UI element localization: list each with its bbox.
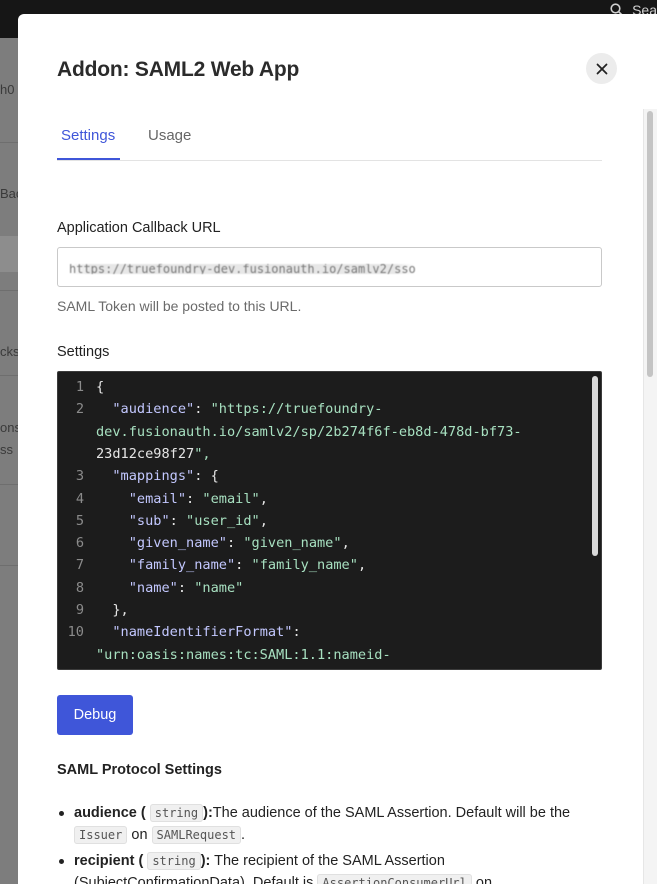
param-mid: on <box>471 875 493 884</box>
code-line: 5 "sub": "user_id", <box>58 510 578 532</box>
list-item: recipient ( string): The recipient of th… <box>57 850 602 884</box>
background-divider <box>0 484 18 485</box>
debug-button[interactable]: Debug <box>57 695 133 735</box>
code-text: "given_name": "given_name", <box>128 535 350 552</box>
code-line: 8 "name": "name" <box>58 577 578 599</box>
background-fragment: h0 <box>0 82 15 97</box>
code-line: 7 "family_name": "family_name", <box>58 554 578 576</box>
callback-url-value: https://truefoundry-dev.fusionauth.io/sa… <box>69 264 415 274</box>
tab-usage[interactable]: Usage <box>148 127 191 144</box>
line-number: 9 <box>75 602 84 618</box>
code-line: 4 "email": "email", <box>58 488 578 510</box>
background-fragment: Bac <box>0 186 18 201</box>
code-text: "email": "email", <box>128 490 268 507</box>
code-text: }, <box>96 602 129 618</box>
code-line: 2 "audience": "https://truefoundry- <box>58 398 578 420</box>
close-button[interactable] <box>586 53 617 84</box>
background-fragment: cks <box>0 344 18 359</box>
background-divider <box>0 565 18 566</box>
code-text: "nameIdentifierFormat": <box>112 624 301 641</box>
code-line: 1{ <box>58 376 578 398</box>
settings-label: Settings <box>57 344 110 360</box>
protocol-settings-title: SAML Protocol Settings <box>57 762 222 778</box>
settings-code-editor[interactable]: 1{2 "audience": "https://truefoundry-dev… <box>57 371 602 670</box>
close-icon <box>596 63 607 74</box>
code-text: dev.fusionauth.io/samlv2/sp/2b274f6f-eb8… <box>96 423 522 440</box>
callback-url-helper: SAML Token will be posted to this URL. <box>57 298 302 314</box>
code-line: "urn:oasis:names:tc:SAML:1.1:nameid- <box>58 644 578 666</box>
line-number: 10 <box>67 624 84 641</box>
tab-settings[interactable]: Settings <box>61 127 115 144</box>
background-sidebar <box>0 38 18 884</box>
param-code: Issuer <box>74 826 128 844</box>
callback-url-input[interactable]: https://truefoundry-dev.fusionauth.io/sa… <box>57 247 602 287</box>
background-fragment: ons <box>0 420 18 435</box>
param-code: AssertionConsumerUrl <box>317 874 472 884</box>
modal-scrollbar[interactable] <box>647 111 653 377</box>
line-number: 1 <box>75 379 84 395</box>
param-tail: . <box>241 827 246 843</box>
code-text: "urn:oasis:names:tc:SAML:1.1:nameid- <box>96 646 391 663</box>
background-fragment: ss <box>0 442 13 457</box>
line-number: 8 <box>75 579 84 596</box>
active-tab-indicator <box>57 158 120 160</box>
code-line: 10 "nameIdentifierFormat": <box>58 621 578 643</box>
param-name: audience <box>74 805 137 821</box>
param-name: recipient <box>74 853 135 869</box>
list-item: audience ( string):The audience of the S… <box>57 802 602 846</box>
line-number: 6 <box>75 535 84 552</box>
line-number: 2 <box>75 401 84 418</box>
code-line: dev.fusionauth.io/samlv2/sp/2b274f6f-eb8… <box>58 421 578 443</box>
background-band <box>0 236 18 272</box>
code-text: { <box>96 379 105 395</box>
code-line: 9 }, <box>58 599 578 621</box>
code-text: "sub": "user_id", <box>128 512 268 529</box>
background-divider <box>0 290 18 291</box>
code-line: 6 "given_name": "given_name", <box>58 532 578 554</box>
line-number: 4 <box>75 490 84 507</box>
code-text: 23d12ce98f27", <box>96 445 211 462</box>
param-type: string <box>147 852 201 870</box>
param-code: SAMLRequest <box>151 826 242 844</box>
background-divider <box>0 142 18 143</box>
param-open: ( <box>134 853 148 869</box>
background-divider <box>0 375 18 376</box>
param-type: string <box>149 804 204 822</box>
code-text: "audience": "https://truefoundry- <box>112 401 383 418</box>
editor-scrollbar[interactable] <box>592 376 598 556</box>
modal-title: Addon: SAML2 Web App <box>57 58 300 81</box>
param-mid: on <box>127 827 152 843</box>
line-number: 3 <box>75 468 84 485</box>
param-open: ( <box>136 805 150 821</box>
callback-url-label: Application Callback URL <box>57 220 221 236</box>
addon-modal: Addon: SAML2 Web App Settings Usage Appl… <box>18 14 657 884</box>
line-number: 7 <box>75 557 84 574</box>
code-text: "mappings": { <box>112 468 219 485</box>
protocol-settings-list: audience ( string):The audience of the S… <box>57 802 602 884</box>
code-text: "name": "name" <box>128 579 244 596</box>
code-text: "family_name": "family_name", <box>128 557 367 574</box>
code-line: 23d12ce98f27", <box>58 443 578 465</box>
param-desc: The audience of the SAML Assertion. Defa… <box>212 805 571 821</box>
code-line: 3 "mappings": { <box>58 465 578 487</box>
param-sep: ): <box>203 805 213 821</box>
tab-bar: Settings Usage <box>57 125 602 161</box>
param-sep: ): <box>200 853 211 869</box>
line-number: 5 <box>75 512 84 529</box>
